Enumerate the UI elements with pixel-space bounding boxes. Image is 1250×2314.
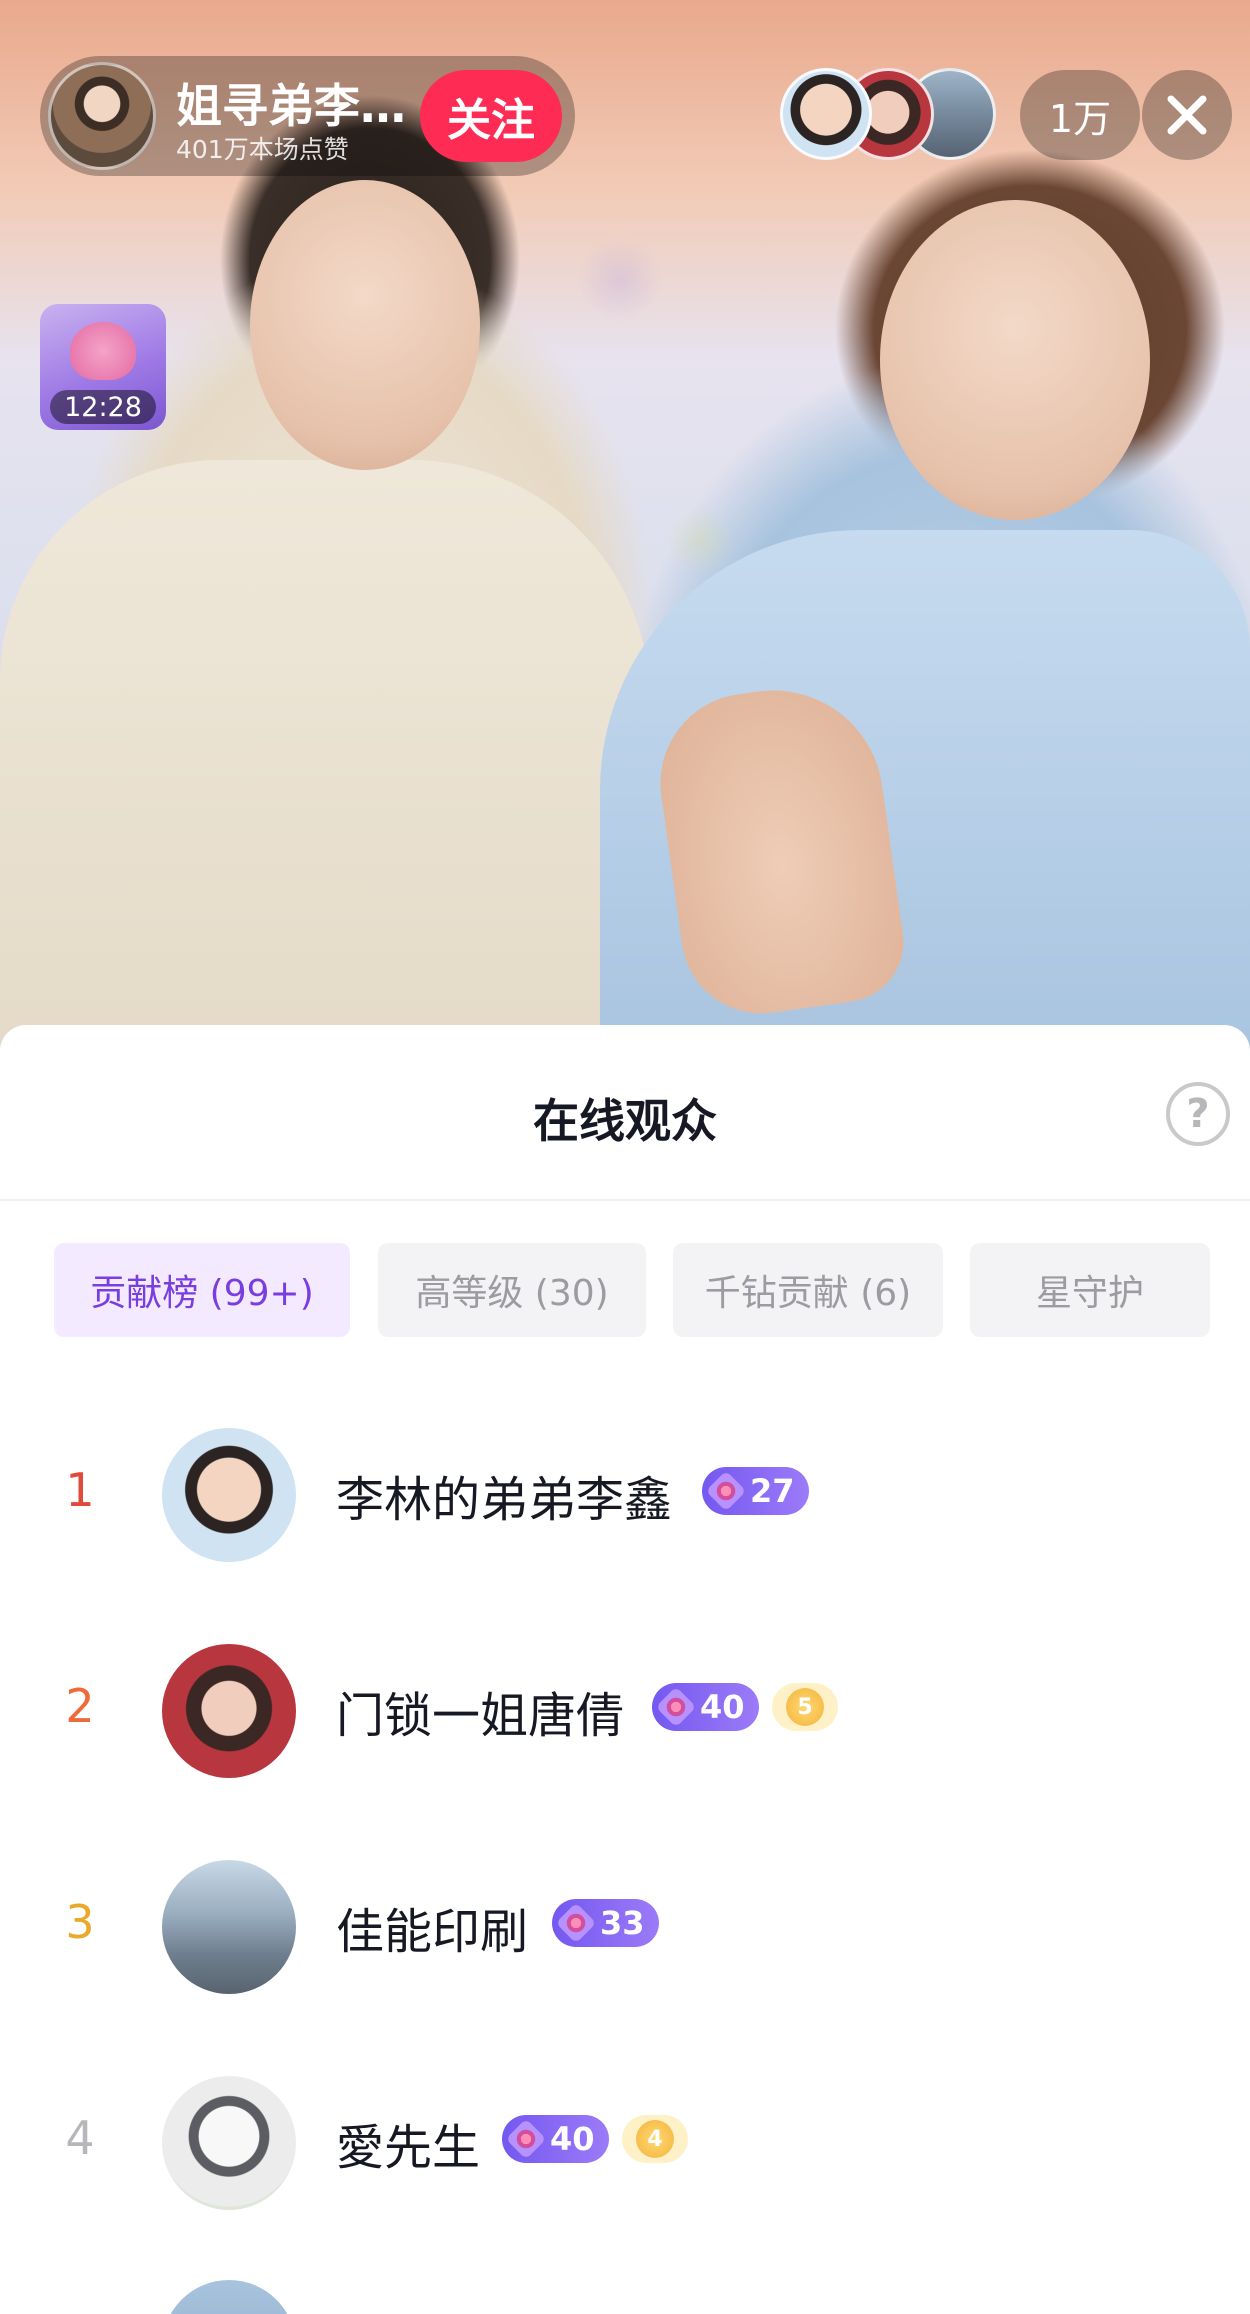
user-name: 门锁一姐唐倩 [336, 1688, 625, 1744]
likes-count: 401万本场点赞 [176, 135, 349, 164]
rank-number: 3 [65, 1895, 95, 1949]
tab-high-level[interactable]: 高等级 (30) [378, 1243, 646, 1337]
gem-icon [505, 2118, 547, 2160]
rank-number: 1 [65, 1463, 95, 1517]
tab-contribution[interactable]: 贡献榜 (99+) [54, 1243, 350, 1337]
user-name: 愛先生 [336, 2120, 481, 2176]
fan-club-badge: 5 [772, 1683, 838, 1731]
avatar[interactable] [162, 1860, 296, 1994]
tab-star-guard[interactable]: 星守护 [970, 1243, 1210, 1337]
level-number: 40 [700, 1688, 745, 1726]
close-icon [1167, 95, 1207, 135]
rank-number: 4 [65, 2111, 95, 2165]
sheet-title: 在线观众 [533, 1094, 717, 1148]
avatar[interactable] [162, 2076, 296, 2210]
level-badge: 40 [502, 2115, 609, 2163]
online-audience-sheet: 在线观众 ? 贡献榜 (99+) 高等级 (30) 千钻贡献 (6) 星守护 1… [0, 1025, 1250, 2314]
host-left-face [250, 180, 480, 470]
gift-icon [70, 322, 136, 380]
host-left-figure [0, 460, 650, 1060]
list-item[interactable]: 1 李林的弟弟李鑫 27 [0, 1405, 1250, 1605]
gem-icon [705, 1470, 747, 1512]
avatar[interactable] [162, 1428, 296, 1562]
follow-button[interactable]: 关注 [420, 70, 562, 162]
fan-club-icon: 5 [786, 1688, 824, 1726]
avatar[interactable] [162, 2280, 296, 2314]
list-item[interactable]: 4 愛先生 40 4 [0, 2053, 1250, 2253]
fan-club-badge: 4 [622, 2115, 688, 2163]
gem-icon [655, 1686, 697, 1728]
gift-timer: 12:28 [50, 390, 156, 424]
level-badge: 40 [652, 1683, 759, 1731]
host-right-face [880, 200, 1150, 520]
top-viewers[interactable] [780, 68, 1010, 160]
user-name: 李林的弟弟李鑫 [336, 1472, 673, 1528]
level-number: 33 [600, 1904, 645, 1942]
tab-diamond-contribution[interactable]: 千钻贡献 (6) [673, 1243, 943, 1337]
level-badge: 27 [702, 1467, 809, 1515]
fan-club-icon: 4 [636, 2120, 674, 2158]
gem-icon [555, 1902, 597, 1944]
level-number: 27 [750, 1472, 795, 1510]
host-name: 姐寻弟李… [176, 79, 406, 133]
help-icon[interactable]: ? [1166, 1082, 1230, 1146]
avatar[interactable] [162, 1644, 296, 1778]
level-badge: 33 [552, 1899, 659, 1947]
divider [0, 1199, 1250, 1201]
level-number: 40 [550, 2120, 595, 2158]
host-avatar[interactable] [48, 62, 156, 170]
user-name: 佳能印刷 [336, 1904, 529, 1960]
list-item[interactable]: 3 佳能印刷 33 [0, 1837, 1250, 2037]
viewer-count-button[interactable]: 1万 [1020, 70, 1140, 160]
close-button[interactable] [1142, 70, 1232, 160]
gift-box-widget[interactable]: 12:28 [40, 304, 166, 430]
viewer-avatar[interactable] [780, 68, 872, 160]
list-item[interactable]: 2 门锁一姐唐倩 40 5 [0, 1621, 1250, 1821]
rank-number: 2 [65, 1679, 95, 1733]
